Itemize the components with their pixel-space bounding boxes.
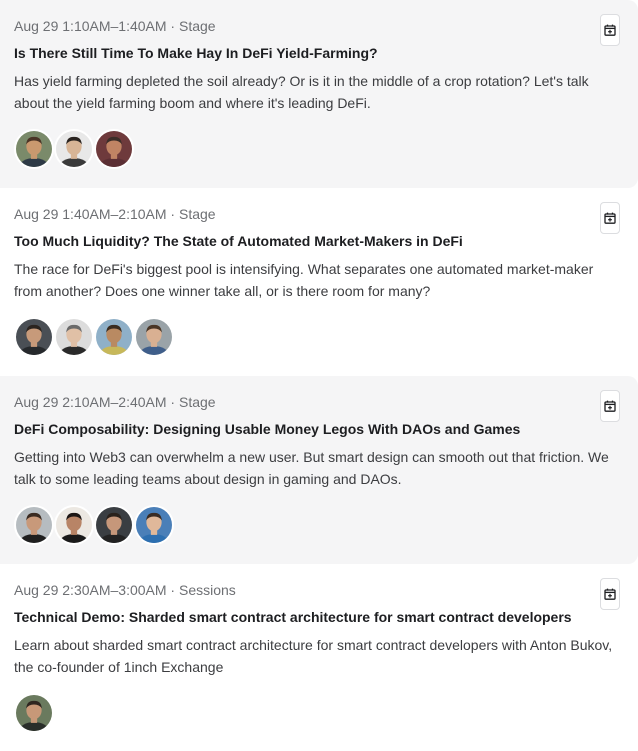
speaker-avatar[interactable] <box>14 693 54 733</box>
calendar-add-icon <box>604 24 616 36</box>
session-title[interactable]: Is There Still Time To Make Hay In DeFi … <box>14 44 624 62</box>
session-description: Has yield farming depleted the soil alre… <box>14 73 589 111</box>
speaker-avatars <box>14 129 134 169</box>
session-time: Aug 29 2:30AM–3:00AM · Sessions <box>14 582 236 598</box>
speaker-avatar[interactable] <box>134 505 174 545</box>
session-time: Aug 29 1:40AM–2:10AM · Stage <box>14 206 216 222</box>
add-to-calendar-button[interactable] <box>600 578 620 610</box>
session-card: Aug 29 2:10AM–2:40AM · Stage DeFi Compos… <box>0 376 638 564</box>
add-to-calendar-button[interactable] <box>600 390 620 422</box>
speaker-avatar[interactable] <box>134 317 174 357</box>
speaker-avatar[interactable] <box>54 317 94 357</box>
session-description: The race for DeFi's biggest pool is inte… <box>14 261 594 299</box>
speaker-avatar[interactable] <box>54 505 94 545</box>
session-card: Aug 29 1:40AM–2:10AM · Stage Too Much Li… <box>0 188 638 376</box>
speaker-avatar[interactable] <box>94 505 134 545</box>
speaker-avatar[interactable] <box>14 129 54 169</box>
speaker-avatar[interactable] <box>54 129 94 169</box>
speaker-avatar[interactable] <box>14 317 54 357</box>
speaker-avatars <box>14 693 54 733</box>
speaker-avatars <box>14 317 174 357</box>
session-time: Aug 29 1:10AM–1:40AM · Stage <box>14 18 216 34</box>
session-card: Aug 29 1:10AM–1:40AM · Stage Is There St… <box>0 0 638 188</box>
speaker-avatar[interactable] <box>14 505 54 545</box>
calendar-add-icon <box>604 212 616 224</box>
session-title[interactable]: Too Much Liquidity? The State of Automat… <box>14 232 624 250</box>
add-to-calendar-button[interactable] <box>600 202 620 234</box>
session-title[interactable]: Technical Demo: Sharded smart contract a… <box>14 608 624 626</box>
session-card: Aug 29 2:30AM–3:00AM · Sessions Technica… <box>0 564 638 751</box>
speaker-avatars <box>14 505 174 545</box>
session-list: Aug 29 1:10AM–1:40AM · Stage Is There St… <box>0 0 638 751</box>
speaker-avatar[interactable] <box>94 129 134 169</box>
session-time: Aug 29 2:10AM–2:40AM · Stage <box>14 394 216 410</box>
speaker-avatar[interactable] <box>94 317 134 357</box>
calendar-add-icon <box>604 400 616 412</box>
session-description: Getting into Web3 can overwhelm a new us… <box>14 449 609 487</box>
calendar-add-icon <box>604 588 616 600</box>
add-to-calendar-button[interactable] <box>600 14 620 46</box>
session-description: Learn about sharded smart contract archi… <box>14 637 613 675</box>
session-title[interactable]: DeFi Composability: Designing Usable Mon… <box>14 420 624 438</box>
